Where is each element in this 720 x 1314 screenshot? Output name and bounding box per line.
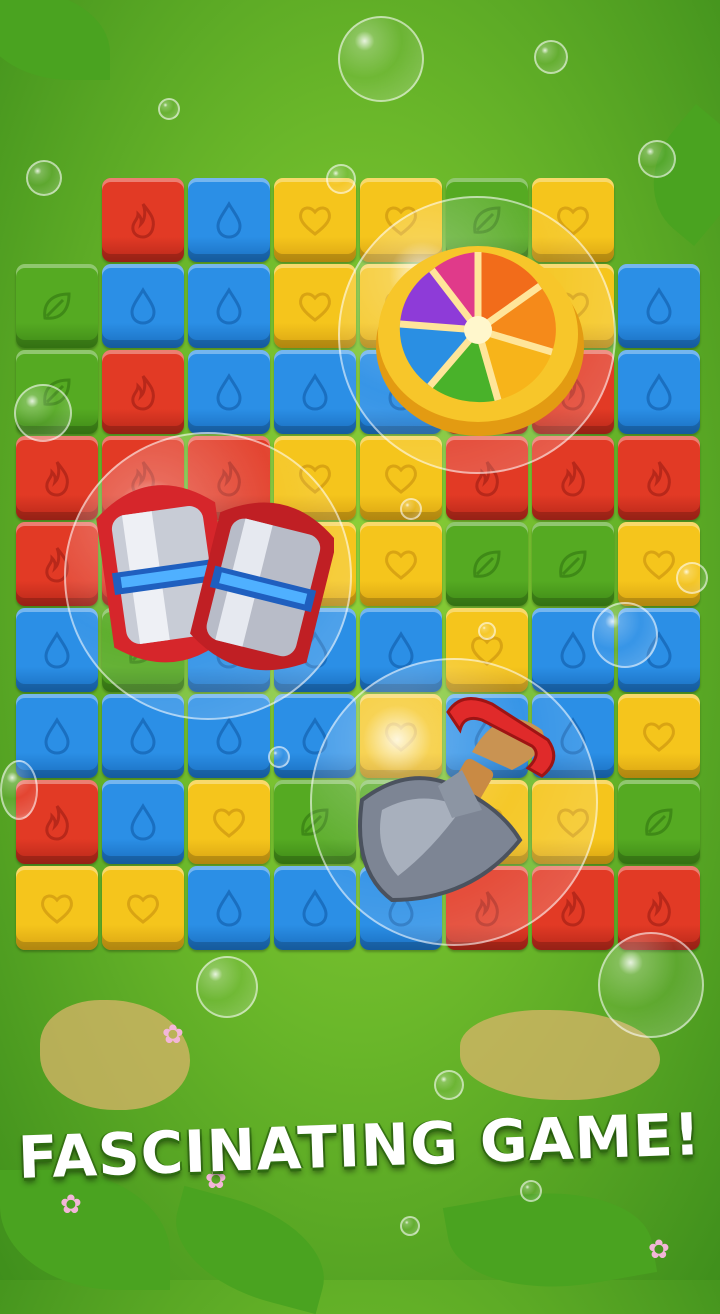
flame-icon — [647, 891, 671, 927]
water-drop-icon — [216, 889, 242, 927]
bubble — [338, 16, 424, 102]
bubble — [478, 622, 496, 640]
water-drop-icon — [130, 287, 156, 325]
cube-tile-blue[interactable] — [102, 780, 184, 864]
cube-tile-yellow[interactable] — [16, 866, 98, 950]
bubble — [400, 498, 422, 520]
rocket-booster-icon[interactable] — [84, 470, 334, 680]
heart-icon — [299, 206, 331, 236]
bubble — [326, 164, 356, 194]
bubble — [196, 956, 258, 1018]
cube-tile-red[interactable] — [102, 178, 184, 262]
water-drop-icon — [130, 717, 156, 755]
bubble — [534, 40, 568, 74]
water-drop-icon — [130, 803, 156, 841]
heart-icon — [643, 722, 675, 752]
bubble — [592, 602, 658, 668]
flame-icon — [131, 203, 155, 239]
flame-icon — [561, 461, 585, 497]
cube-tile-green[interactable] — [532, 522, 614, 606]
cube-tile-red[interactable] — [102, 350, 184, 434]
heart-icon — [643, 550, 675, 580]
bubble — [638, 140, 676, 178]
cube-tile-blue[interactable] — [618, 350, 700, 434]
cube-tile-blue[interactable] — [188, 178, 270, 262]
water-drop-icon — [646, 287, 672, 325]
leaf-icon — [559, 550, 587, 578]
water-drop-icon — [302, 373, 328, 411]
water-drop-icon — [216, 717, 242, 755]
leaf-icon — [473, 550, 501, 578]
water-drop-icon — [216, 287, 242, 325]
bubble — [0, 760, 38, 820]
game-scene: ✿ ✿ ✿ ✿ FASCINATING GAME! — [0, 0, 720, 1314]
heart-icon — [385, 464, 417, 494]
rainbow-orange-booster-icon[interactable] — [370, 234, 600, 444]
flame-icon — [45, 461, 69, 497]
bubble — [26, 160, 62, 196]
cube-tile-blue[interactable] — [102, 264, 184, 348]
cube-tile-blue[interactable] — [188, 350, 270, 434]
cube-tile-blue[interactable] — [188, 264, 270, 348]
heart-icon — [385, 550, 417, 580]
bubble — [400, 1216, 420, 1236]
bubble — [14, 384, 72, 442]
water-drop-icon — [216, 373, 242, 411]
shovel-booster-icon[interactable] — [352, 690, 572, 910]
bubble — [434, 1070, 464, 1100]
leaf-icon — [645, 808, 673, 836]
leaf-icon — [43, 292, 71, 320]
heart-icon — [127, 894, 159, 924]
cube-tile-green[interactable] — [446, 522, 528, 606]
water-drop-icon — [216, 201, 242, 239]
heart-icon — [213, 808, 245, 838]
water-drop-icon — [560, 631, 586, 669]
water-drop-icon — [302, 889, 328, 927]
cube-tile-green[interactable] — [16, 264, 98, 348]
flame-icon — [45, 805, 69, 841]
flame-icon — [131, 375, 155, 411]
bubble — [676, 562, 708, 594]
cube-tile-yellow[interactable] — [618, 694, 700, 778]
cube-tile-red[interactable] — [618, 436, 700, 520]
bubble — [598, 932, 704, 1038]
bubble — [268, 746, 290, 768]
cube-tile-blue[interactable] — [188, 866, 270, 950]
cube-tile-yellow[interactable] — [360, 522, 442, 606]
water-drop-icon — [646, 373, 672, 411]
heart-icon — [41, 894, 73, 924]
cube-tile-blue[interactable] — [618, 264, 700, 348]
heart-icon — [299, 292, 331, 322]
water-drop-icon — [44, 631, 70, 669]
cube-tile-yellow[interactable] — [188, 780, 270, 864]
water-drop-icon — [44, 717, 70, 755]
cube-tile-yellow[interactable] — [102, 866, 184, 950]
bubble — [158, 98, 180, 120]
flame-icon — [647, 461, 671, 497]
cube-tile-green[interactable] — [618, 780, 700, 864]
